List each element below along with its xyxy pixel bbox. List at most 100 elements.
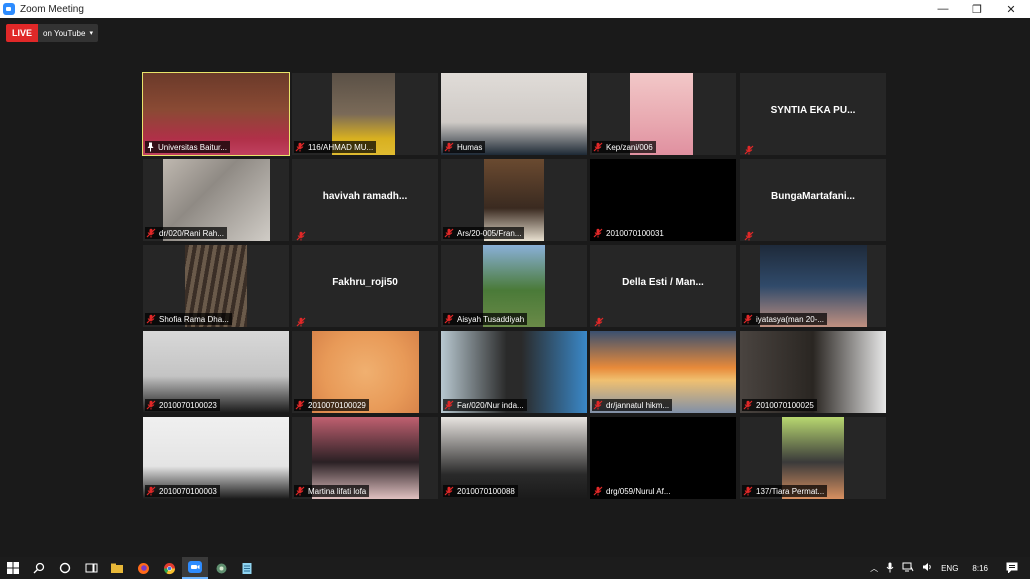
- participant-tile[interactable]: Ars/20-005/Fran...: [441, 159, 587, 241]
- task-view-icon[interactable]: [78, 557, 104, 579]
- muted-microphone-icon: [146, 314, 156, 324]
- muted-microphone-icon: [296, 314, 306, 327]
- language-indicator[interactable]: ENG: [941, 564, 958, 573]
- participant-tile[interactable]: 2010070100029: [292, 331, 438, 413]
- participant-name: Aisyah Tusaddiyah: [457, 314, 525, 324]
- participant-tile[interactable]: Kep/zani/006: [590, 73, 736, 155]
- cortana-icon[interactable]: [52, 557, 78, 579]
- participant-display-name: havivah ramadh...: [322, 191, 408, 202]
- muted-microphone-icon: [146, 228, 156, 238]
- participant-display-name: SYNTIA EKA PU...: [770, 105, 856, 116]
- participant-display-name: Fakhru_roji50: [332, 277, 398, 288]
- participant-tile[interactable]: 2010070100003: [143, 417, 289, 499]
- participant-name: Universitas Baitur...: [158, 142, 227, 152]
- network-icon[interactable]: [902, 562, 914, 574]
- system-tray: ︿ ENG 8:16: [866, 557, 1030, 579]
- participant-tile[interactable]: 116/AHMAD MU...: [292, 73, 438, 155]
- windows-taskbar: ︿ ENG 8:16: [0, 557, 1030, 579]
- participant-tile[interactable]: havivah ramadh...: [292, 159, 438, 241]
- muted-microphone-icon: [296, 228, 306, 241]
- chrome-icon[interactable]: [156, 557, 182, 579]
- participant-name-label: Shofia Rama Dha...: [145, 313, 232, 325]
- participant-tile[interactable]: 137/Tiara Permat...: [740, 417, 886, 499]
- muted-microphone-icon: [444, 314, 454, 324]
- muted-microphone-icon: [295, 486, 305, 496]
- title-bar: Zoom Meeting — ❐ ✕: [0, 0, 1030, 18]
- muted-microphone-icon: [744, 228, 754, 241]
- notification-icon[interactable]: [1006, 562, 1018, 575]
- participant-tile[interactable]: Fakhru_roji50: [292, 245, 438, 327]
- search-icon[interactable]: [26, 557, 52, 579]
- participant-tile[interactable]: BungaMartafani...: [740, 159, 886, 241]
- participant-tile[interactable]: 2010070100031: [590, 159, 736, 241]
- muted-microphone-icon: [594, 314, 604, 327]
- live-indicator[interactable]: LIVE on YouTube ▾: [6, 24, 98, 42]
- firefox-icon[interactable]: [130, 557, 156, 579]
- live-destination[interactable]: on YouTube ▾: [38, 24, 98, 42]
- muted-microphone-icon: [444, 400, 454, 410]
- participant-tile[interactable]: Aisyah Tusaddiyah: [441, 245, 587, 327]
- participant-name: dr/020/Rani Rah...: [159, 228, 224, 238]
- file-explorer-icon[interactable]: [104, 557, 130, 579]
- participant-tile[interactable]: 2010070100023: [143, 331, 289, 413]
- participant-display-name: Della Esti / Man...: [622, 277, 704, 288]
- participant-tile[interactable]: Shofia Rama Dha...: [143, 245, 289, 327]
- participant-tile[interactable]: 2010070100025: [740, 331, 886, 413]
- participant-tile[interactable]: Della Esti / Man...: [590, 245, 736, 327]
- app-icon[interactable]: [208, 557, 234, 579]
- participant-name: Shofia Rama Dha...: [159, 314, 229, 324]
- participant-name: iyatasya(man 20-...: [756, 314, 825, 324]
- participant-name-label: dr/020/Rani Rah...: [145, 227, 227, 239]
- close-button[interactable]: ✕: [994, 0, 1028, 18]
- participant-tile[interactable]: dr/020/Rani Rah...: [143, 159, 289, 241]
- participant-name: Humas: [457, 142, 483, 152]
- live-badge: LIVE: [6, 24, 39, 42]
- participant-tile[interactable]: iyatasya(man 20-...: [740, 245, 886, 327]
- participant-tile[interactable]: Far/020/Nur inda...: [441, 331, 587, 413]
- participant-tile[interactable]: 2010070100088: [441, 417, 587, 499]
- participant-name-label: Far/020/Nur inda...: [443, 399, 527, 411]
- muted-microphone-icon: [744, 142, 754, 155]
- participant-name: 2010070100031: [606, 228, 664, 238]
- zoom-app-icon: [3, 3, 15, 15]
- notepad-icon[interactable]: [234, 557, 260, 579]
- participant-name-label: Universitas Baitur...: [145, 141, 230, 153]
- participant-name: 2010070100003: [159, 486, 217, 496]
- participant-name: Martina lifati lofa: [308, 486, 367, 496]
- participant-name: 2010070100088: [457, 486, 515, 496]
- participant-tile[interactable]: Universitas Baitur...: [142, 72, 290, 156]
- volume-icon[interactable]: [922, 562, 933, 574]
- participant-name: Ars/20-005/Fran...: [457, 228, 522, 238]
- show-hidden-icons[interactable]: ︿: [870, 563, 878, 574]
- maximize-button[interactable]: ❐: [960, 0, 994, 18]
- zoom-icon[interactable]: [182, 557, 208, 579]
- muted-microphone-icon: [295, 142, 305, 152]
- participant-name-label: 2010070100088: [443, 485, 518, 497]
- minimize-button[interactable]: —: [926, 0, 960, 18]
- participant-tile[interactable]: SYNTIA EKA PU...: [740, 73, 886, 155]
- participant-name-label: Aisyah Tusaddiyah: [443, 313, 528, 325]
- muted-microphone-icon: [444, 142, 454, 152]
- participant-tile[interactable]: drg/059/Nurul Af...: [590, 417, 736, 499]
- participant-display-name: BungaMartafani...: [771, 191, 855, 202]
- participant-name: Far/020/Nur inda...: [457, 400, 524, 410]
- participant-name-label: Kep/zani/006: [592, 141, 656, 153]
- participant-name-label: 2010070100023: [145, 399, 220, 411]
- clock[interactable]: 8:16: [972, 564, 988, 573]
- muted-microphone-icon: [593, 228, 603, 238]
- muted-microphone-icon: [295, 400, 305, 410]
- pin-icon: [146, 142, 155, 152]
- windows-start-icon[interactable]: [0, 557, 26, 579]
- microphone-icon[interactable]: [886, 562, 894, 575]
- participant-name-label: 137/Tiara Permat...: [742, 485, 828, 497]
- live-destination-label: on YouTube: [43, 28, 86, 38]
- participant-name-label: Martina lifati lofa: [294, 485, 370, 497]
- participant-name-label: 2010070100025: [742, 399, 817, 411]
- muted-microphone-icon: [593, 486, 603, 496]
- participant-name: 137/Tiara Permat...: [756, 486, 825, 496]
- participant-tile[interactable]: Martina lifati lofa: [292, 417, 438, 499]
- participant-tile[interactable]: dr/jannatul hikm...: [590, 331, 736, 413]
- participant-tile[interactable]: Humas: [441, 73, 587, 155]
- participant-name-label: Ars/20-005/Fran...: [443, 227, 525, 239]
- participant-name-label: 2010070100029: [294, 399, 369, 411]
